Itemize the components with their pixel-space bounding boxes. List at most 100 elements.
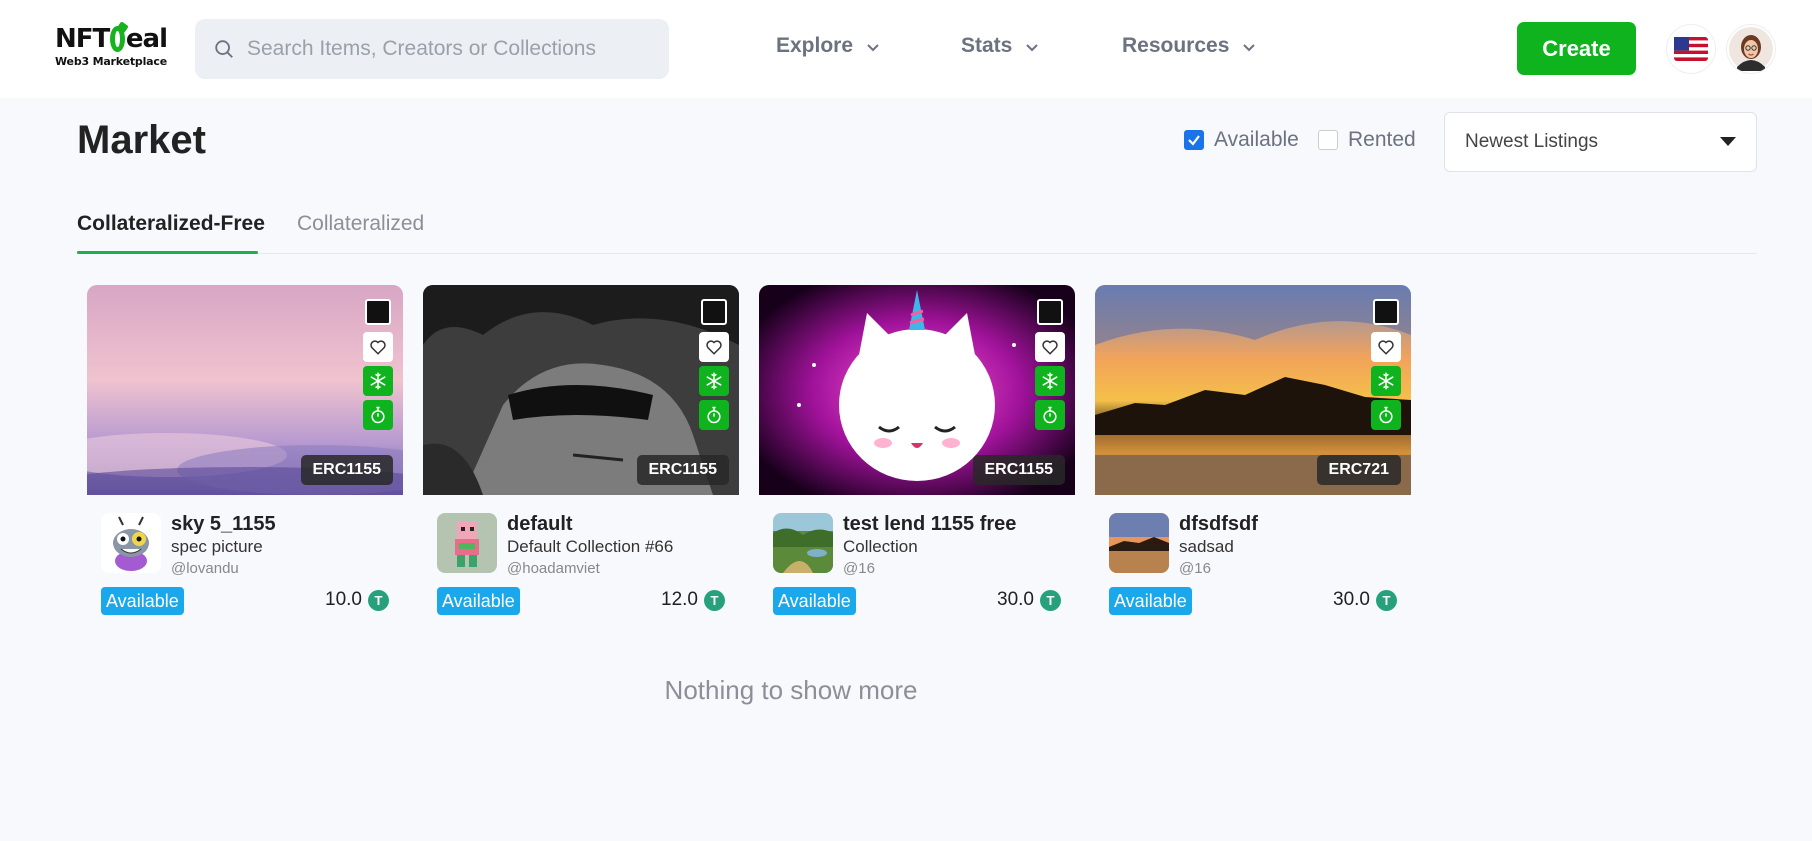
snowflake-icon — [706, 372, 722, 390]
status-badge: Available — [101, 587, 184, 615]
freeze-button[interactable] — [1371, 366, 1401, 396]
tether-icon: T — [704, 589, 725, 611]
favorite-button[interactable] — [363, 332, 393, 362]
logo[interactable]: NFT eal Web3 Marketplace — [55, 24, 168, 72]
avatar — [1729, 27, 1773, 71]
top-header: NFT eal Web3 Marketplace Explore Stats R… — [0, 0, 1812, 98]
select-checkbox[interactable] — [701, 299, 727, 325]
nft-card[interactable]: ERC1155 test lend 1155 free Collection @… — [759, 285, 1075, 615]
nft-card[interactable]: ERC1155 sky 5_1155 spec picture @lovandu… — [87, 285, 403, 615]
heart-icon — [706, 340, 722, 355]
stopwatch-icon — [707, 406, 721, 424]
status-badge: Available — [1109, 587, 1192, 615]
empty-state-message: Nothing to show more — [664, 675, 918, 705]
collection-name[interactable]: sadsad — [1179, 537, 1234, 557]
stopwatch-icon — [1379, 406, 1393, 424]
owner-handle[interactable]: @lovandu — [171, 560, 239, 577]
price: 30.0 T — [1333, 589, 1397, 611]
tab-collateralized[interactable]: Collateralized — [297, 212, 424, 236]
nft-card-info: dfsdfsdf sadsad @16 Available 30.0 T — [1095, 495, 1411, 615]
timer-button[interactable] — [363, 400, 393, 430]
user-avatar[interactable] — [1727, 25, 1775, 73]
collection-name[interactable]: spec picture — [171, 537, 263, 557]
collection-avatar-pixel — [437, 513, 497, 573]
favorite-button[interactable] — [699, 332, 729, 362]
owner-handle[interactable]: @16 — [1179, 560, 1211, 577]
select-checkbox[interactable] — [1037, 299, 1063, 325]
collection-avatar-sunset — [1109, 513, 1169, 573]
nft-image[interactable]: ERC1155 — [423, 285, 739, 495]
nft-card[interactable]: ERC1155 default Default Collection #66 @… — [423, 285, 739, 615]
timer-button[interactable] — [1035, 400, 1065, 430]
collection-name[interactable]: Default Collection #66 — [507, 537, 673, 557]
timer-button[interactable] — [1371, 400, 1401, 430]
nft-card[interactable]: ERC721 dfsdfsdf sadsad @16 Available 30.… — [1095, 285, 1411, 615]
create-button[interactable]: Create — [1517, 22, 1636, 75]
price: 30.0 T — [997, 589, 1061, 611]
freeze-button[interactable] — [699, 366, 729, 396]
status-badge: Available — [437, 587, 520, 615]
page-title: Market — [77, 118, 206, 162]
search-bar[interactable] — [195, 19, 669, 79]
sort-dropdown[interactable]: Newest Listings — [1444, 112, 1757, 172]
nft-image[interactable]: ERC721 — [1095, 285, 1411, 495]
freeze-button[interactable] — [363, 366, 393, 396]
snowflake-icon — [370, 372, 386, 390]
collection-thumbnail[interactable] — [101, 513, 161, 573]
nft-name[interactable]: default — [507, 513, 573, 536]
collection-name[interactable]: Collection — [843, 537, 918, 557]
tether-icon: T — [368, 589, 389, 611]
us-flag-icon — [1674, 37, 1708, 61]
search-input[interactable] — [247, 37, 647, 61]
nav-stats[interactable]: Stats — [961, 34, 1040, 58]
chevron-down-icon — [867, 44, 879, 52]
rented-filter-label: Rented — [1348, 128, 1416, 151]
nav-explore[interactable]: Explore — [776, 34, 881, 58]
collection-thumbnail[interactable] — [1109, 513, 1169, 573]
price-value: 30.0 — [997, 589, 1034, 610]
snowflake-icon — [1378, 372, 1394, 390]
available-checkbox[interactable] — [1184, 130, 1204, 150]
timer-button[interactable] — [699, 400, 729, 430]
collection-thumbnail[interactable] — [773, 513, 833, 573]
freeze-button[interactable] — [1035, 366, 1065, 396]
collection-thumbnail[interactable] — [437, 513, 497, 573]
rented-filter[interactable]: Rented — [1318, 128, 1416, 152]
nft-image[interactable]: ERC1155 — [87, 285, 403, 495]
select-checkbox[interactable] — [365, 299, 391, 325]
tether-icon: T — [1040, 589, 1061, 611]
status-badge: Available — [773, 587, 856, 615]
collection-avatar-landscape — [773, 513, 833, 573]
price: 10.0 T — [325, 589, 389, 611]
price-value: 10.0 — [325, 589, 362, 610]
token-standard-badge: ERC721 — [1316, 455, 1401, 485]
nav-resources[interactable]: Resources — [1122, 34, 1257, 58]
language-selector[interactable] — [1667, 25, 1715, 73]
rented-checkbox[interactable] — [1318, 130, 1338, 150]
logo-text-right: eal — [125, 24, 168, 54]
chevron-down-icon — [1026, 44, 1039, 52]
favorite-button[interactable] — [1371, 332, 1401, 362]
logo-text-left: NFT — [55, 24, 110, 54]
nft-name[interactable]: test lend 1155 free — [843, 513, 1016, 536]
available-filter[interactable]: Available — [1184, 128, 1299, 152]
nft-name[interactable]: dfsdfsdf — [1179, 513, 1258, 536]
owner-handle[interactable]: @16 — [843, 560, 875, 577]
nft-name[interactable]: sky 5_1155 — [171, 513, 276, 536]
nav-stats-label: Stats — [961, 34, 1013, 57]
select-checkbox[interactable] — [1373, 299, 1399, 325]
search-icon — [215, 40, 233, 58]
token-standard-badge: ERC1155 — [636, 455, 729, 485]
nft-image[interactable]: ERC1155 — [759, 285, 1075, 495]
tab-collateralized-free[interactable]: Collateralized-Free — [77, 212, 265, 236]
tether-icon: T — [1376, 589, 1397, 611]
price: 12.0 T — [661, 589, 725, 611]
favorite-button[interactable] — [1035, 332, 1065, 362]
owner-handle[interactable]: @hoadamviet — [507, 560, 600, 577]
nft-card-info: default Default Collection #66 @hoadamvi… — [423, 495, 739, 615]
caret-down-icon — [1720, 137, 1736, 146]
snowflake-icon — [1042, 372, 1058, 390]
heart-icon — [1378, 340, 1394, 355]
heart-icon — [370, 340, 386, 355]
stopwatch-icon — [1043, 406, 1057, 424]
